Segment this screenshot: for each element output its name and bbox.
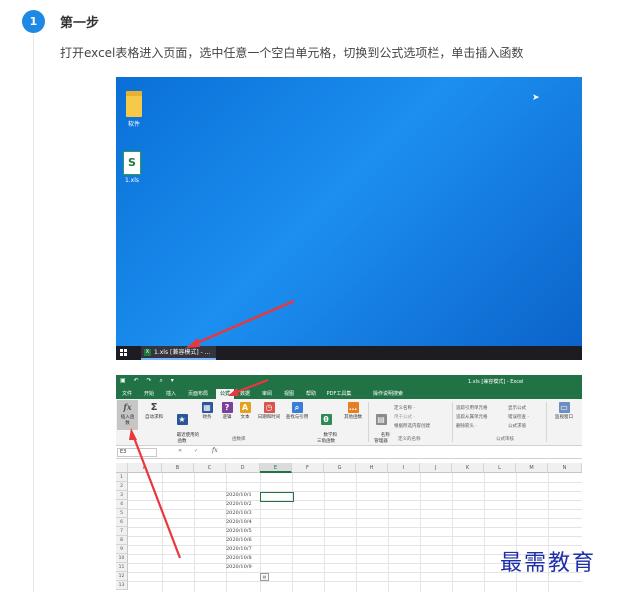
brand-watermark: 最需教育 <box>500 551 597 576</box>
step-title: 第一步 <box>60 16 100 31</box>
step-description: 打开excel表格进入页面，选中任意一个空白单元格，切换到公式选项栏，单击插入函… <box>60 46 524 60</box>
step-timeline-line <box>33 34 34 592</box>
red-annotation-arrow <box>186 299 295 348</box>
desktop-screenshot: 软件 S 1.xls ➤ X 1.xls [兼容模式] - ... <box>116 77 582 360</box>
step-number-badge: 1 <box>22 10 45 33</box>
